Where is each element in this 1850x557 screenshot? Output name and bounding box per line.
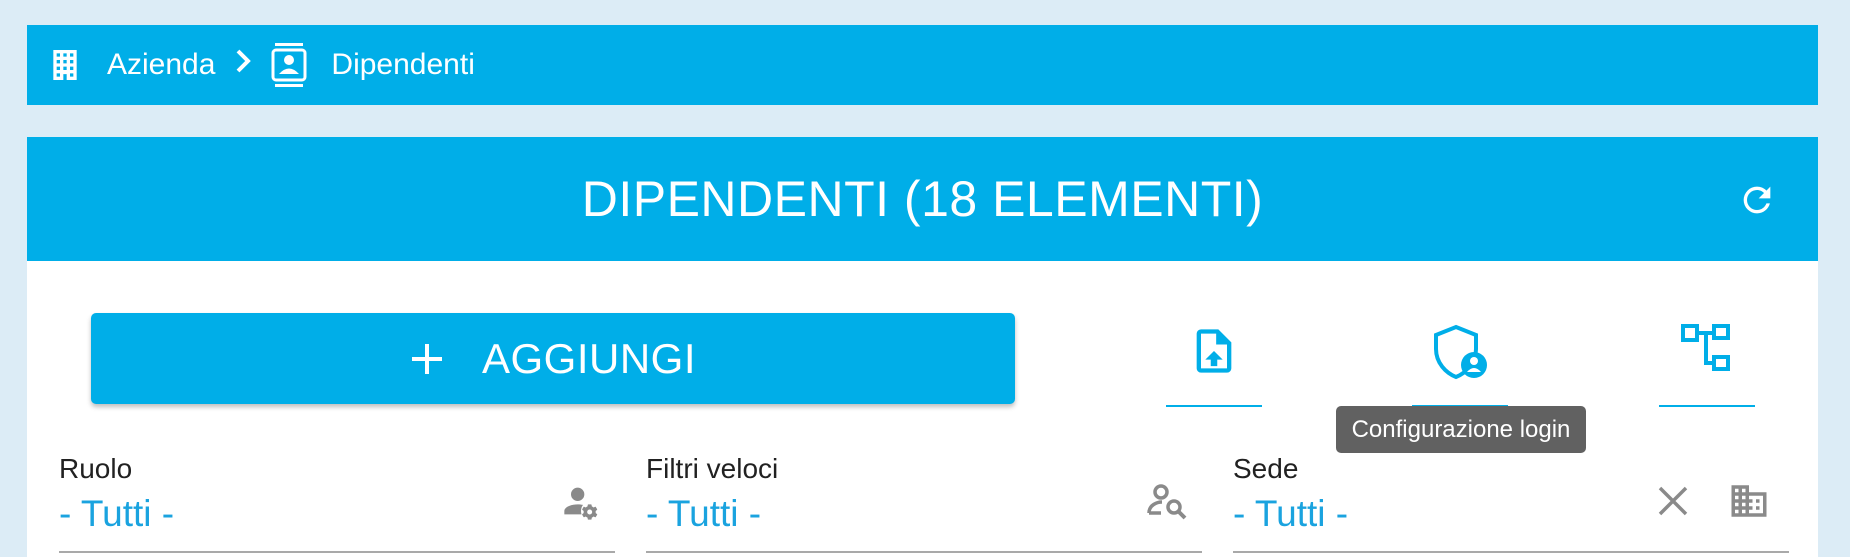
filter-value[interactable]: - Tutti -	[59, 493, 174, 535]
card-header: DIPENDENTI (18 ELEMENTI)	[27, 137, 1818, 261]
import-file-button[interactable]	[1166, 323, 1262, 407]
filter-label: Filtri veloci	[646, 453, 779, 484]
family-tree-icon	[1680, 323, 1734, 380]
domain-icon	[1727, 479, 1771, 523]
filter-value[interactable]: - Tutti -	[646, 493, 761, 535]
breadcrumb-item-dipendenti: Dipendenti	[331, 48, 475, 81]
add-button-label: AGGIUNGI	[481, 334, 697, 382]
account-cog-icon	[559, 479, 603, 523]
breadcrumb: Azienda Dipendenti	[27, 25, 1818, 105]
filter-label: Ruolo	[59, 453, 133, 484]
login-config-button[interactable]	[1412, 323, 1508, 407]
badge-account-icon	[269, 43, 309, 87]
filter-underline	[1233, 551, 1789, 553]
filter-label: Sede	[1233, 453, 1299, 484]
org-chart-button[interactable]	[1659, 323, 1755, 407]
filtri-veloci-filter[interactable]: Filtri veloci - Tutti -	[646, 443, 1202, 557]
office-building-icon[interactable]	[45, 45, 85, 85]
chevron-right-icon	[233, 48, 253, 82]
tool-underline	[1166, 405, 1262, 407]
plus-icon	[410, 333, 444, 385]
filter-underline	[646, 551, 1202, 553]
account-search-icon	[1146, 479, 1190, 523]
close-icon[interactable]	[1651, 479, 1695, 523]
sede-filter[interactable]: Sede - Tutti -	[1233, 443, 1789, 557]
filter-value[interactable]: - Tutti -	[1233, 493, 1348, 535]
ruolo-filter[interactable]: Ruolo - Tutti -	[59, 443, 615, 557]
add-button[interactable]: AGGIUNGI	[91, 313, 1015, 404]
filter-underline	[59, 551, 615, 553]
page-title: DIPENDENTI (18 ELEMENTI)	[581, 171, 1264, 227]
shield-account-icon	[1430, 323, 1490, 386]
refresh-icon[interactable]	[1736, 179, 1778, 221]
breadcrumb-item-azienda[interactable]: Azienda	[107, 48, 215, 82]
file-upload-icon	[1188, 323, 1240, 384]
tool-underline	[1659, 405, 1755, 407]
